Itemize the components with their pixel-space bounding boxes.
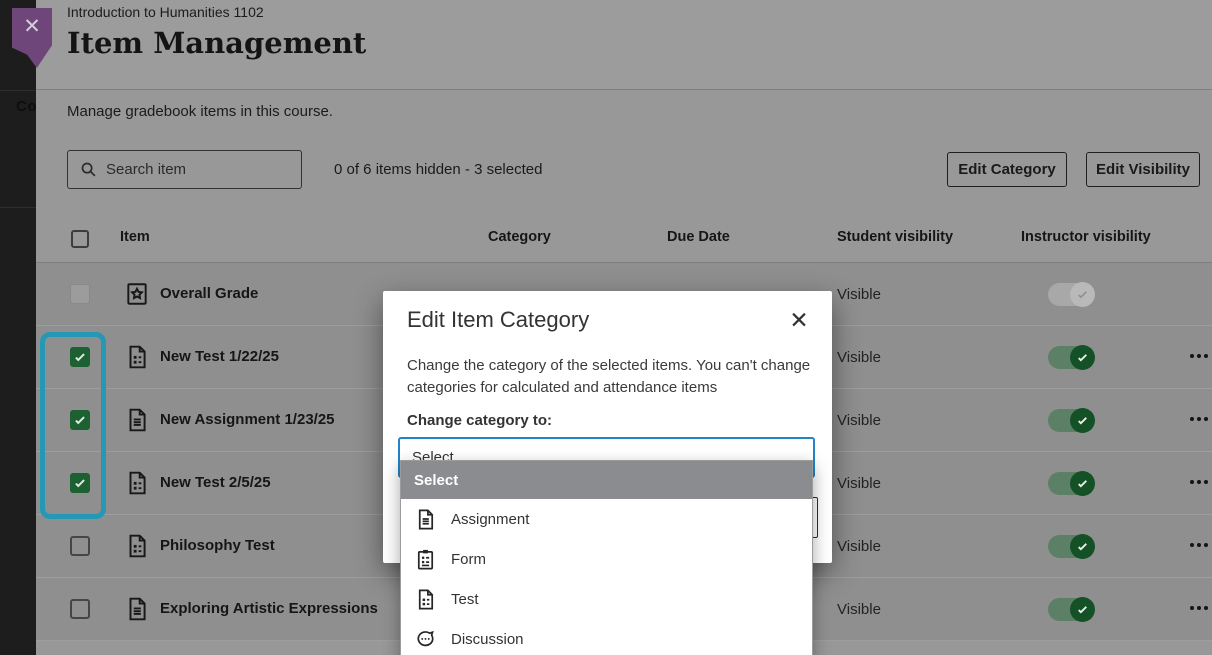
assignment-icon	[124, 596, 150, 622]
row-menu-icon[interactable]	[1190, 417, 1208, 421]
item-name[interactable]: Overall Grade	[160, 285, 258, 302]
item-management-screen: Co ✕ Introduction to Humanities 1102 Ite…	[0, 0, 1212, 655]
instructor-visibility-toggle[interactable]	[1048, 598, 1094, 621]
assignment-icon	[414, 508, 437, 531]
instructor-visibility-toggle[interactable]	[1048, 409, 1094, 432]
item-name[interactable]: New Test 1/22/25	[160, 348, 279, 365]
sidebar-partial-label: Co	[16, 98, 37, 115]
column-item: Item	[120, 229, 150, 245]
option-label: Assignment	[451, 511, 529, 528]
discussion-icon	[414, 628, 437, 651]
student-visibility-value: Visible	[837, 412, 881, 429]
search-icon	[80, 161, 97, 178]
row-menu-icon[interactable]	[1190, 606, 1208, 610]
instructor-visibility-toggle[interactable]	[1048, 472, 1094, 495]
page-title: Item Management	[67, 26, 366, 60]
dropdown-option-discussion[interactable]: Discussion	[401, 619, 812, 655]
option-label: Form	[451, 551, 486, 568]
option-label: Test	[451, 591, 479, 608]
dropdown-option-test[interactable]: Test	[401, 579, 812, 619]
test-icon	[124, 470, 150, 496]
modal-close-icon[interactable]: ✕	[786, 307, 812, 333]
student-visibility-value: Visible	[837, 538, 881, 555]
close-icon[interactable]: ✕	[12, 12, 52, 42]
select-all-checkbox[interactable]	[71, 230, 89, 248]
instructor-visibility-toggle	[1048, 283, 1094, 306]
category-dropdown: Select Assignment Form Test Discussion	[400, 460, 813, 655]
sidebar-divider	[0, 90, 36, 91]
student-visibility-value: Visible	[837, 601, 881, 618]
change-category-label: Change category to:	[407, 412, 552, 429]
dropdown-option-assignment[interactable]: Assignment	[401, 499, 812, 539]
instructor-visibility-toggle[interactable]	[1048, 346, 1094, 369]
assignment-icon	[124, 407, 150, 433]
row-menu-icon[interactable]	[1190, 480, 1208, 484]
row-checkbox-disabled	[70, 284, 90, 304]
form-icon	[414, 548, 437, 571]
item-name[interactable]: Exploring Artistic Expressions	[160, 600, 378, 617]
row-menu-icon[interactable]	[1190, 354, 1208, 358]
page-subtitle: Manage gradebook items in this course.	[67, 103, 333, 120]
row-checkbox-checked[interactable]	[70, 410, 90, 430]
course-name: Introduction to Humanities 1102	[67, 4, 264, 20]
column-instructor-visibility: Instructor visibility	[1021, 229, 1151, 245]
item-name[interactable]: New Test 2/5/25	[160, 474, 271, 491]
row-checkbox[interactable]	[70, 536, 90, 556]
option-label: Discussion	[451, 631, 524, 648]
search-box[interactable]	[67, 150, 302, 189]
instructor-visibility-toggle[interactable]	[1048, 535, 1094, 558]
modal-title: Edit Item Category	[407, 307, 589, 333]
test-icon	[124, 344, 150, 370]
table-header: Item Category Due Date Student visibilit…	[36, 215, 1212, 263]
row-menu-icon[interactable]	[1190, 543, 1208, 547]
row-checkbox-checked[interactable]	[70, 473, 90, 493]
sidebar-divider	[0, 207, 36, 208]
search-input[interactable]	[106, 161, 276, 178]
dropdown-option-form[interactable]: Form	[401, 539, 812, 579]
column-category: Category	[488, 229, 551, 245]
row-checkbox[interactable]	[70, 599, 90, 619]
test-icon	[124, 533, 150, 559]
page-header: Introduction to Humanities 1102 Item Man…	[36, 0, 1212, 90]
modal-description: Change the category of the selected item…	[407, 355, 813, 399]
item-name[interactable]: Philosophy Test	[160, 537, 275, 554]
test-icon	[414, 588, 437, 611]
item-name[interactable]: New Assignment 1/23/25	[160, 411, 335, 428]
row-checkbox-checked[interactable]	[70, 347, 90, 367]
column-due-date: Due Date	[667, 229, 730, 245]
dropdown-option-select[interactable]: Select	[401, 461, 812, 499]
student-visibility-value: Visible	[837, 349, 881, 366]
edit-category-button[interactable]: Edit Category	[947, 152, 1067, 187]
collapsed-sidebar: Co	[0, 0, 36, 655]
student-visibility-value: Visible	[837, 475, 881, 492]
items-status-text: 0 of 6 items hidden - 3 selected	[334, 161, 542, 178]
edit-visibility-button[interactable]: Edit Visibility	[1086, 152, 1200, 187]
overall-grade-icon	[124, 281, 150, 307]
column-student-visibility: Student visibility	[837, 229, 953, 245]
student-visibility-value: Visible	[837, 286, 881, 303]
